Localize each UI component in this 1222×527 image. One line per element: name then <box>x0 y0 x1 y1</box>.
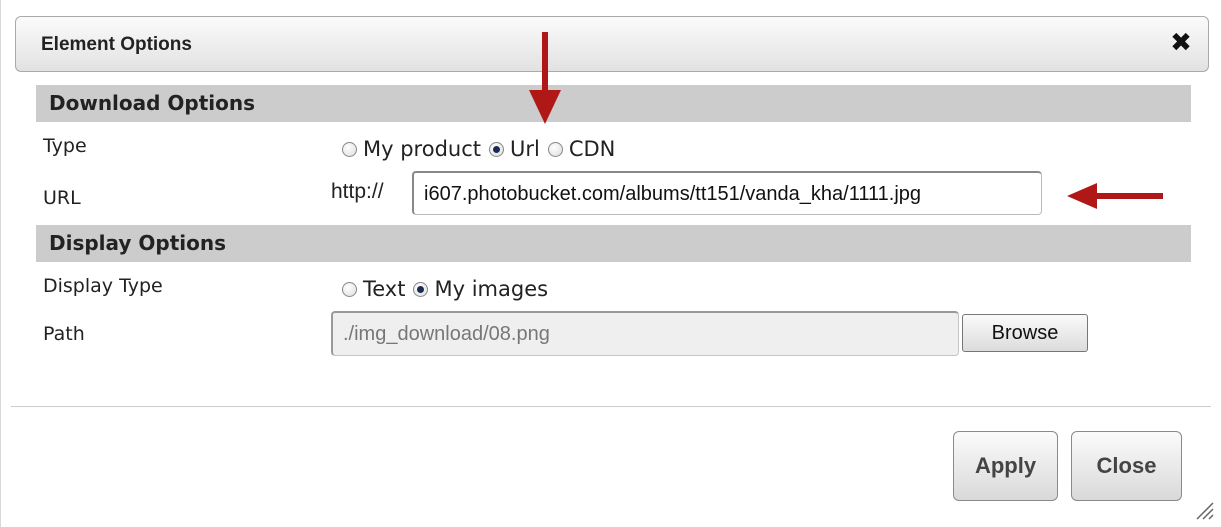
type-option-my-product[interactable]: My product <box>342 137 481 161</box>
type-option-label: Url <box>510 137 540 161</box>
radio-unchecked-icon[interactable] <box>342 281 357 297</box>
type-label: Type <box>43 135 87 157</box>
dialog-titlebar[interactable]: Element Options ✖ <box>15 16 1209 72</box>
dialog-title: Element Options <box>41 34 192 55</box>
type-option-label: My product <box>363 137 481 161</box>
path-input[interactable]: ./img_download/08.png <box>331 311 959 356</box>
url-label: URL <box>43 187 81 209</box>
radio-checked-icon[interactable] <box>489 141 504 157</box>
type-option-url[interactable]: Url <box>489 137 540 161</box>
display-type-option-label: Text <box>363 277 406 301</box>
close-x-icon[interactable]: ✖ <box>1166 28 1196 58</box>
type-option-cdn[interactable]: CDN <box>547 137 616 161</box>
type-radio-group: My product Url CDN <box>342 137 623 161</box>
url-prefix: http:// <box>331 180 384 203</box>
radio-unchecked-icon[interactable] <box>342 141 357 157</box>
display-type-option-text[interactable]: Text <box>342 277 405 301</box>
resize-grip-icon[interactable] <box>1193 499 1215 521</box>
display-options-header: Display Options <box>36 225 1191 262</box>
radio-checked-icon[interactable] <box>413 281 429 297</box>
element-options-dialog: Element Options ✖ Download Options Type … <box>0 0 1222 527</box>
browse-button[interactable]: Browse <box>962 314 1088 352</box>
type-option-label: CDN <box>568 137 616 161</box>
red-arrow-down-icon <box>529 32 561 124</box>
display-type-label: Display Type <box>43 275 163 297</box>
display-type-radio-group: Text My images <box>342 277 556 301</box>
red-arrow-left-icon <box>1067 183 1163 209</box>
radio-unchecked-icon[interactable] <box>547 141 563 157</box>
apply-button[interactable]: Apply <box>953 431 1058 501</box>
url-input[interactable]: i607.photobucket.com/albums/tt151/vanda_… <box>412 171 1042 215</box>
close-button[interactable]: Close <box>1071 431 1182 501</box>
display-type-option-my-images[interactable]: My images <box>413 277 548 301</box>
display-type-option-label: My images <box>434 277 549 301</box>
download-options-header: Download Options <box>36 85 1191 122</box>
path-label: Path <box>43 323 85 345</box>
footer-divider <box>11 406 1211 407</box>
